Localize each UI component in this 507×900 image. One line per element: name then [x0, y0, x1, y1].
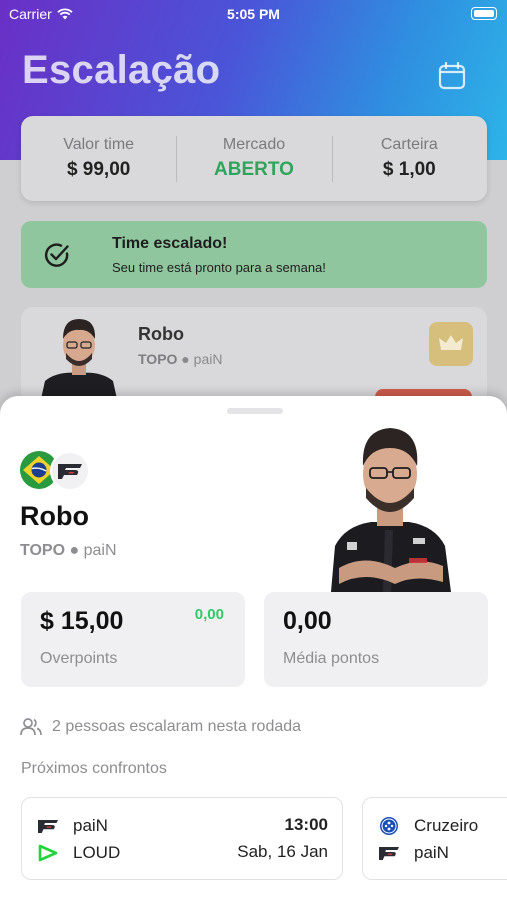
page-title: Escalação: [22, 48, 221, 92]
people-icon: [20, 718, 42, 736]
calendar-icon[interactable]: [437, 61, 467, 91]
loud-logo-icon: [38, 844, 58, 862]
sheet-grabber[interactable]: [227, 408, 283, 414]
player-name: Robo: [20, 501, 89, 531]
player-detail-sheet: Robo TOPO ● paiN $ 15,00 0,00 Overpoints…: [0, 396, 507, 900]
price-delta: 0,00: [194, 606, 224, 623]
average-points-label: Média pontos: [283, 650, 380, 667]
price-label: Overpoints: [40, 650, 118, 667]
market-label: Mercado: [222, 135, 286, 153]
clock: 5:05 PM: [227, 6, 280, 22]
team-summary-card: Valor time $ 99,00 Mercado ABERTO Cartei…: [21, 116, 487, 201]
match-team-row: LOUD: [37, 842, 120, 864]
player-role: TOPO ● paiN: [20, 542, 117, 559]
match-date: Sab, 16 Jan: [237, 842, 328, 861]
captain-button[interactable]: [429, 322, 473, 366]
status-bar: Carrier 5:05 PM: [0, 0, 507, 28]
check-circle-icon: [44, 243, 69, 267]
pain-logo-icon: [379, 847, 399, 860]
price-card: $ 15,00 0,00 Overpoints: [21, 592, 245, 687]
match-team-name: paiN: [73, 816, 108, 835]
crown-icon: [439, 335, 463, 350]
pain-logo-icon: [50, 451, 90, 491]
battery-icon: [471, 7, 497, 20]
match-team-row: paiN: [378, 842, 449, 864]
pain-logo-icon: [38, 820, 58, 833]
banner-title: Time escalado!: [112, 235, 228, 252]
wallet-column: Carteira $ 1,00: [331, 132, 487, 186]
team-value: $ 99,00: [66, 158, 131, 180]
market-column: Mercado ABERTO: [176, 132, 331, 186]
banner-subtitle: Seu time está pronto para a semana!: [112, 260, 326, 275]
next-matches-title: Próximos confrontos: [21, 760, 167, 777]
average-points-value: 0,00: [283, 607, 332, 635]
match-team-row: paiN: [37, 815, 108, 837]
team-value-label: Valor time: [63, 135, 135, 153]
match-card[interactable]: Cruzeiro paiN: [362, 797, 507, 880]
average-points-card: 0,00 Média pontos: [264, 592, 488, 687]
background-player-name: Robo: [138, 324, 184, 344]
player-avatar: [41, 319, 117, 399]
cruzeiro-logo-icon: [380, 817, 398, 835]
team-value-column: Valor time $ 99,00: [21, 132, 176, 186]
player-portrait: [331, 428, 451, 592]
price-value: $ 15,00: [40, 607, 124, 635]
match-time: 13:00: [284, 815, 328, 834]
selection-count-text: 2 pessoas escalaram nesta rodada: [52, 718, 302, 735]
market-status: ABERTO: [214, 158, 294, 180]
match-team-name: Cruzeiro: [414, 816, 479, 835]
background-player-role: TOPO ● paiN: [138, 351, 223, 367]
match-card[interactable]: paiN LOUD 13:00 Sab, 16 Jan: [21, 797, 343, 880]
match-team-name: paiN: [414, 843, 449, 862]
match-team-name: LOUD: [73, 843, 121, 862]
wallet-label: Carteira: [380, 135, 438, 153]
selection-count-row: 2 pessoas escalaram nesta rodada: [20, 717, 301, 737]
team-ready-banner: Time escalado! Seu time está pronto para…: [21, 221, 487, 288]
wallet-value: $ 1,00: [382, 158, 436, 180]
match-team-row: Cruzeiro: [378, 815, 478, 837]
